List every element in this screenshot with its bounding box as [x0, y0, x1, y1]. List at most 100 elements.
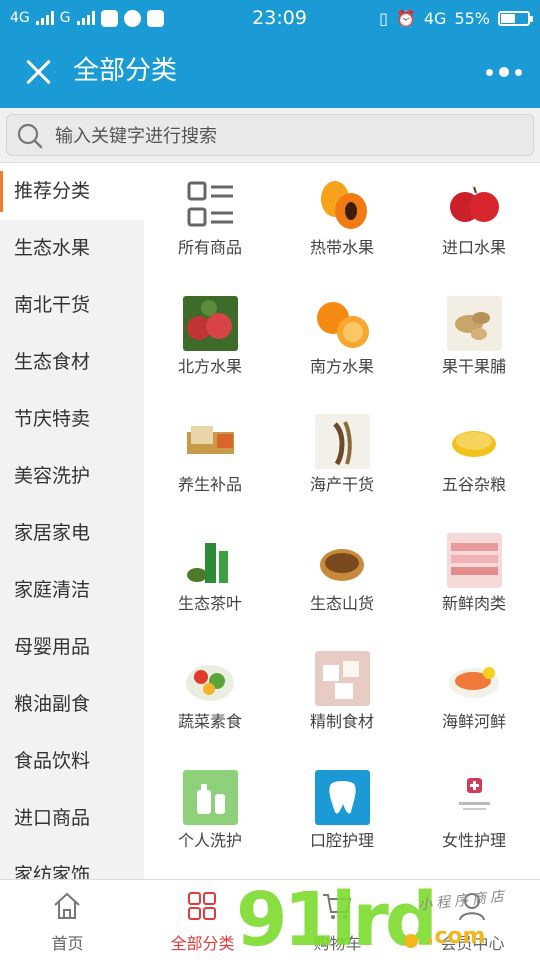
category-item[interactable]: 果干果脯: [408, 282, 540, 400]
home-icon: [54, 892, 80, 919]
tea-thumb-icon: [187, 542, 228, 583]
wechat-icon: [123, 9, 141, 27]
watermark-suffix: .com: [426, 924, 486, 949]
category-label: 热带水果: [309, 238, 374, 257]
more-dot-icon: [515, 68, 522, 76]
category-item[interactable]: 新鲜肉类: [408, 519, 540, 637]
sidebar-item[interactable]: 节庆特卖: [0, 391, 144, 448]
vibrate-icon: ▯: [379, 8, 388, 28]
category-label: 北方水果: [177, 356, 242, 376]
category-label: 口腔护理: [309, 830, 374, 850]
alarm-icon: ⏰: [395, 8, 416, 28]
category-item[interactable]: 海鲜河鲜: [408, 637, 540, 755]
category-item[interactable]: 蔬菜素食: [144, 637, 276, 755]
seafood-plate-thumb-icon: [449, 667, 499, 698]
dried-seafood-thumb-icon: [315, 414, 370, 469]
category-label: 所有商品: [177, 238, 242, 257]
sidebar-item[interactable]: 生态食材: [0, 334, 144, 391]
sidebar-item[interactable]: 生态水果: [0, 220, 144, 277]
category-label: 果干果脯: [441, 356, 506, 376]
sidebar-item[interactable]: 南北干货: [0, 277, 144, 334]
gift-box-thumb-icon: [187, 426, 234, 454]
pork-thumb-icon: [447, 532, 502, 588]
category-item[interactable]: 五谷杂粮: [408, 400, 540, 518]
category-item[interactable]: 女性护理: [408, 756, 540, 874]
category-label: 南方水果: [309, 356, 374, 376]
signal-bars-icon: [35, 11, 54, 25]
sidebar-item[interactable]: 家居家电: [0, 505, 144, 562]
category-item[interactable]: 海产干货: [276, 400, 408, 518]
category-item[interactable]: 所有商品: [144, 163, 276, 281]
category-item[interactable]: 进口水果: [408, 163, 540, 281]
tab-home-label: 首页: [51, 934, 84, 953]
sidebar-item[interactable]: 美容洗护: [0, 448, 144, 505]
category-label: 女性护理: [441, 830, 506, 850]
watermark-logo: 91lrd: [236, 877, 438, 963]
vegetables-thumb-icon: [186, 665, 234, 701]
sidebar-item[interactable]: 母婴用品: [0, 619, 144, 676]
tab-home[interactable]: 首页: [0, 880, 135, 961]
category-label: 五谷杂粮: [441, 475, 506, 494]
close-button[interactable]: [20, 54, 56, 90]
mountain-goods-thumb-icon: [320, 548, 364, 581]
tooth-thumb-icon: [315, 769, 370, 825]
category-label: 进口水果: [441, 238, 506, 257]
search-icon: [17, 123, 43, 149]
category-label: 生态山货: [309, 593, 374, 613]
sidebar-item[interactable]: 家纺家饰: [0, 847, 144, 879]
category-label: 个人洗护: [177, 830, 242, 850]
status-time: 23:09: [252, 7, 307, 29]
ginger-thumb-icon: [447, 295, 502, 351]
app-icon: [146, 9, 164, 27]
category-item[interactable]: 热带水果: [276, 163, 408, 281]
category-item[interactable]: 南方水果: [276, 282, 408, 400]
papaya-thumb-icon: [321, 181, 367, 229]
category-label: 新鲜肉类: [441, 593, 506, 613]
category-label: 精制食材: [309, 712, 374, 731]
tofu-thumb-icon: [315, 651, 370, 706]
apples-thumb-icon: [450, 186, 499, 222]
more-dot-icon: [486, 68, 493, 76]
grid-list-icon: [187, 181, 233, 227]
category-item[interactable]: 生态茶叶: [144, 519, 276, 637]
battery-icon: [498, 10, 533, 26]
category-label: 海产干货: [309, 475, 374, 494]
notification-icon: [100, 9, 118, 27]
page-title: 全部分类: [73, 56, 178, 86]
more-options-button[interactable]: [486, 62, 522, 82]
sidebar-item[interactable]: 粮油副食: [0, 676, 144, 733]
category-item[interactable]: 生态山货: [276, 519, 408, 637]
status-right: ▯ ⏰ 4G 55%: [379, 8, 533, 28]
category-grid: 所有商品 热带水果 进口水果北方水果 南方水果 果干果脯养生补品 海产干货 五谷杂粮生态茶叶…: [144, 163, 540, 879]
oranges-thumb-icon: [317, 301, 369, 348]
category-item[interactable]: 口腔护理: [276, 756, 408, 874]
signal-label-1: 4G: [10, 10, 30, 26]
category-grid-icon: [188, 892, 216, 920]
category-item[interactable]: 个人洗护: [144, 756, 276, 874]
battery-percent: 55%: [454, 8, 490, 28]
watermark-dot: [404, 934, 418, 948]
category-label: 生态茶叶: [177, 593, 242, 613]
sidebar-item[interactable]: 进口商品: [0, 790, 144, 847]
search-box[interactable]: [6, 114, 534, 157]
category-sidebar: 推荐分类 生态水果 南北干货 生态食材 节庆特卖 美容洗护 家居家电 家庭清洁 母婴用品 粮油副食…: [0, 163, 144, 879]
sidebar-item[interactable]: 家庭清洁: [0, 562, 144, 619]
status-bar: 4G G 23:09 ▯ ⏰ 4G 55%: [0, 0, 540, 36]
sidebar-item[interactable]: 食品饮料: [0, 733, 144, 790]
feminine-care-thumb-icon: [447, 769, 502, 825]
millet-thumb-icon: [452, 431, 496, 457]
category-label: 海鲜河鲜: [441, 712, 506, 731]
category-label: 养生补品: [177, 475, 242, 494]
search-bar: [0, 108, 540, 163]
network-label: 4G: [423, 8, 447, 28]
category-item[interactable]: 精制食材: [276, 637, 408, 755]
signal-label-2: G: [59, 10, 71, 26]
category-item[interactable]: 北方水果: [144, 282, 276, 400]
category-item[interactable]: 养生补品: [144, 400, 276, 518]
signal-bars-2-icon: [76, 11, 95, 25]
category-label: 蔬菜素食: [177, 712, 242, 731]
toiletries-thumb-icon: [183, 769, 238, 825]
more-dot-icon: [499, 67, 509, 77]
search-input[interactable]: [53, 115, 523, 157]
sidebar-item[interactable]: 推荐分类: [0, 163, 144, 220]
